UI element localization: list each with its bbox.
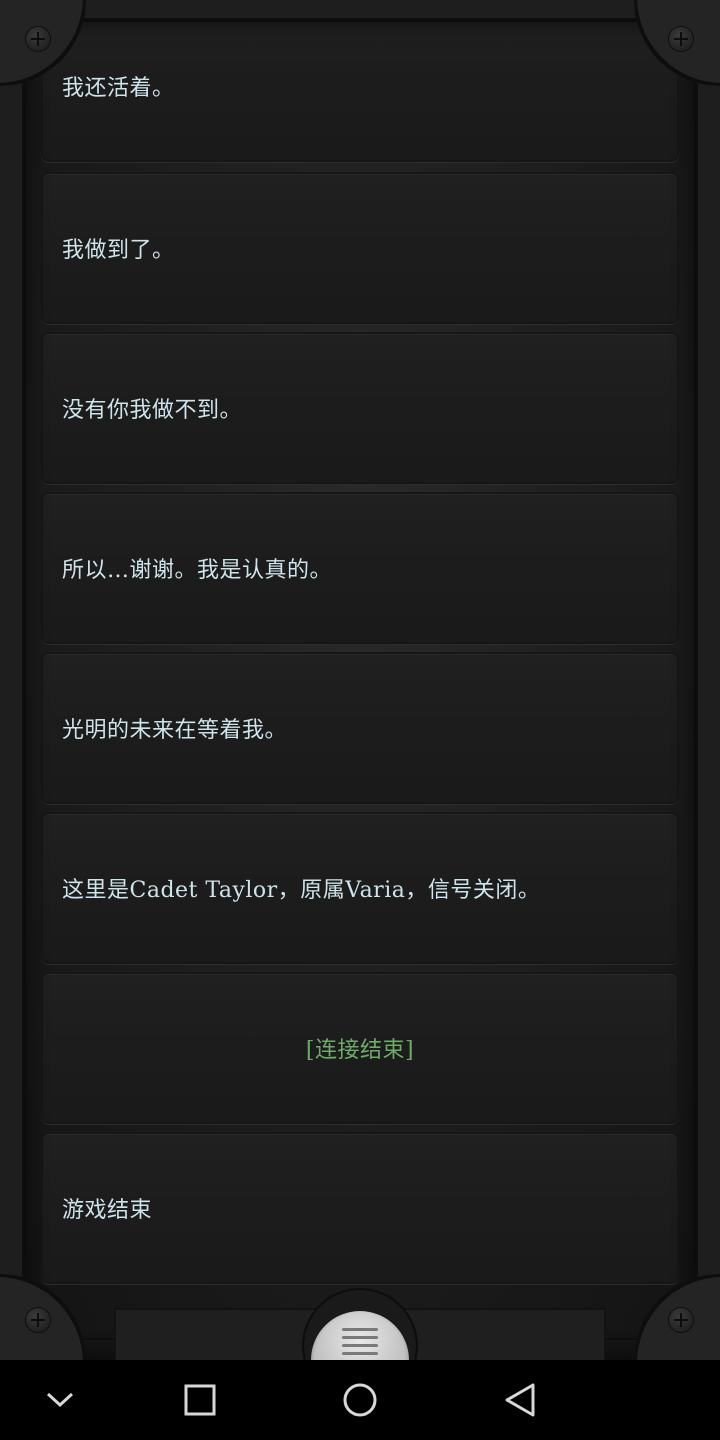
message-bubble: 我做到了。	[41, 172, 679, 324]
recent-apps-button[interactable]	[140, 1360, 260, 1440]
message-bubble: 游戏结束	[41, 1132, 679, 1284]
screw-icon	[26, 1308, 50, 1332]
message-text: 我还活着。	[62, 76, 175, 101]
message-bubble: 这里是Cadet Taylor，原属Varia，信号关闭。	[41, 812, 679, 964]
chevron-down-icon	[46, 1392, 74, 1408]
message-text: 所以…谢谢。我是认真的。	[62, 558, 333, 583]
message-text: 光明的未来在等着我。	[62, 718, 288, 743]
screw-icon	[669, 1308, 693, 1332]
system-nav-bar	[0, 1360, 720, 1440]
message-bubble: 没有你我做不到。	[41, 332, 679, 484]
message-bubble: 光明的未来在等着我。	[41, 652, 679, 804]
message-text: 没有你我做不到。	[62, 398, 243, 423]
menu-lines-icon	[342, 1328, 378, 1360]
square-icon	[184, 1384, 216, 1416]
hide-nav-button[interactable]	[0, 1360, 120, 1440]
message-text: 我做到了。	[62, 238, 175, 263]
circle-icon	[343, 1383, 377, 1417]
system-message-bubble: [连接结束]	[41, 972, 679, 1124]
screw-icon	[669, 27, 693, 51]
home-button[interactable]	[300, 1360, 420, 1440]
message-bubble: 所以…谢谢。我是认真的。	[41, 492, 679, 644]
game-over-text: 游戏结束	[62, 1198, 153, 1223]
back-button[interactable]	[460, 1360, 580, 1440]
triangle-back-icon	[505, 1383, 535, 1417]
game-screen: 我还活着。 我做到了。 没有你我做不到。 所以…谢谢。我是认真的。 光明的未来在…	[0, 0, 720, 1360]
connection-ended-text: [连接结束]	[305, 1038, 415, 1063]
screw-icon	[26, 27, 50, 51]
message-text: 这里是Cadet Taylor，原属Varia，信号关闭。	[62, 878, 541, 903]
message-bubble: 我还活着。	[41, 10, 679, 162]
